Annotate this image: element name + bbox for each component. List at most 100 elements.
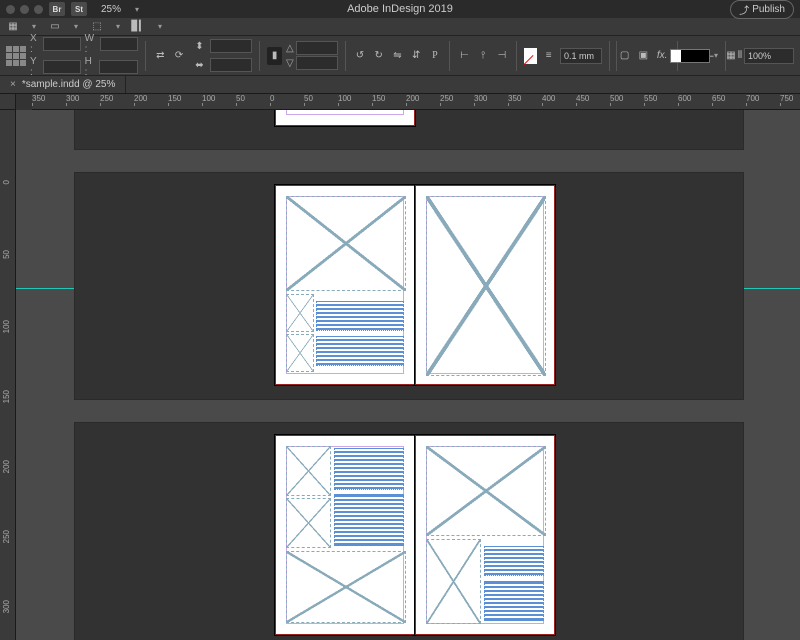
- screen-mode-icon[interactable]: ⬚: [90, 20, 104, 34]
- ruler-h-tick: 0: [270, 94, 274, 103]
- fill-swatch-none[interactable]: [524, 48, 537, 64]
- bridge-button[interactable]: Br: [49, 2, 65, 16]
- scale-x-field[interactable]: [296, 41, 338, 55]
- ruler-v-tick: 200: [2, 460, 11, 473]
- ruler-h-tick: 700: [746, 94, 759, 103]
- ruler-v-tick: 250: [2, 530, 11, 543]
- zoom-level[interactable]: 25%: [93, 4, 129, 15]
- text-frame[interactable]: [316, 301, 404, 331]
- chevron-down-icon[interactable]: ▾: [135, 5, 139, 14]
- rotate-icon[interactable]: ⟳: [172, 47, 187, 65]
- image-frame[interactable]: [286, 446, 331, 496]
- ruler-h-tick: 750: [780, 94, 793, 103]
- shear-y-icon: ⬌: [190, 56, 208, 74]
- page-1-right[interactable]: [275, 110, 415, 126]
- arrange-icon[interactable]: ▭: [48, 20, 62, 34]
- ruler-h-tick: 650: [712, 94, 725, 103]
- y-field[interactable]: [43, 60, 81, 74]
- triangle-down-icon: ▽: [286, 58, 294, 69]
- ruler-h-tick: 250: [100, 94, 113, 103]
- align-right-icon[interactable]: ⊣: [495, 47, 510, 65]
- ruler-v-tick: 150: [2, 390, 11, 403]
- stroke-weight-icon: ≡: [541, 47, 556, 65]
- text-frame[interactable]: [316, 336, 404, 366]
- ruler-h-tick: 600: [678, 94, 691, 103]
- text-frame[interactable]: [484, 581, 544, 621]
- tab-filename: *sample.indd @ 25%: [22, 79, 116, 90]
- ruler-h-tick: 550: [644, 94, 657, 103]
- opacity-icon: ▦: [722, 47, 740, 65]
- paragraph-icon[interactable]: P: [428, 47, 443, 65]
- image-frame[interactable]: [286, 551, 406, 623]
- ruler-h-tick: 450: [576, 94, 589, 103]
- page-3-right[interactable]: [415, 435, 555, 635]
- rotation-field[interactable]: [210, 39, 252, 53]
- w-field[interactable]: [100, 37, 138, 51]
- rotate-cw-icon[interactable]: ↻: [371, 47, 386, 65]
- rotate-ccw-icon[interactable]: ↺: [353, 47, 368, 65]
- scale-y-field[interactable]: [296, 56, 338, 70]
- scale-lock-icon[interactable]: ⇄: [153, 47, 168, 65]
- ruler-h-tick: 200: [406, 94, 419, 103]
- page-2-right[interactable]: [415, 185, 555, 385]
- shear-field[interactable]: [210, 58, 252, 72]
- page-2-left[interactable]: [275, 185, 415, 385]
- view-options-icon[interactable]: ▦: [6, 20, 20, 34]
- ruler-origin[interactable]: [0, 94, 16, 110]
- text-frame[interactable]: [484, 546, 544, 576]
- ruler-h-tick: 150: [372, 94, 385, 103]
- stock-button[interactable]: St: [71, 2, 87, 16]
- effects-icon[interactable]: fx.: [655, 47, 670, 65]
- image-frame[interactable]: [286, 498, 331, 548]
- page-margin: [286, 110, 404, 115]
- ruler-h-tick: 250: [440, 94, 453, 103]
- image-frame[interactable]: [426, 539, 481, 624]
- ruler-h-tick: 150: [168, 94, 181, 103]
- document-tab[interactable]: × *sample.indd @ 25%: [0, 76, 126, 93]
- ruler-h-tick: 350: [508, 94, 521, 103]
- ruler-h-tick: 100: [338, 94, 351, 103]
- ruler-h-tick: 50: [236, 94, 245, 103]
- text-wrap-none-icon[interactable]: ▢: [617, 47, 632, 65]
- image-frame[interactable]: [426, 446, 546, 536]
- h-field[interactable]: [99, 60, 138, 74]
- ruler-h-tick: 400: [542, 94, 555, 103]
- reference-point-grid[interactable]: [6, 46, 26, 66]
- opacity-field[interactable]: 100%: [744, 48, 794, 64]
- ruler-h-tick: 300: [66, 94, 79, 103]
- ruler-h-tick: 200: [134, 94, 147, 103]
- image-frame[interactable]: [426, 196, 546, 376]
- horizontal-ruler[interactable]: 3503002502001501005005010015020025030035…: [32, 94, 800, 110]
- image-frame[interactable]: [286, 334, 314, 372]
- text-wrap-bound-icon[interactable]: ▣: [636, 47, 651, 65]
- stroke-style-swatch[interactable]: [670, 49, 710, 63]
- ruler-v-tick: 300: [2, 600, 11, 613]
- image-frame[interactable]: [286, 196, 406, 291]
- vertical-ruler[interactable]: 050100150200250300: [0, 110, 16, 640]
- w-label: W :: [85, 33, 98, 55]
- align-left-icon[interactable]: ⊢: [457, 47, 472, 65]
- app-title: Adobe InDesign 2019: [347, 3, 453, 15]
- ruler-v-tick: 100: [2, 320, 11, 333]
- ruler-h-tick: 300: [474, 94, 487, 103]
- stroke-weight-field[interactable]: 0.1 mm: [560, 48, 602, 64]
- flip-vertical-icon[interactable]: ⇵: [409, 47, 424, 65]
- text-frame[interactable]: [334, 494, 404, 546]
- text-frame[interactable]: [334, 448, 404, 490]
- y-label: Y :: [30, 56, 41, 78]
- page-3-left[interactable]: [275, 435, 415, 635]
- h-label: H :: [85, 56, 97, 78]
- align-center-icon[interactable]: ⫯: [476, 47, 491, 65]
- image-frame[interactable]: [286, 294, 314, 332]
- close-tab-icon[interactable]: ×: [10, 79, 16, 90]
- workspace-switcher-icon[interactable]: ▊▎: [132, 20, 146, 34]
- flip-horizontal-icon[interactable]: ⇋: [390, 47, 405, 65]
- ruler-h-tick: 500: [610, 94, 623, 103]
- pasteboard[interactable]: [16, 110, 800, 640]
- window-traffic-lights[interactable]: [6, 5, 43, 14]
- flip-h-icon[interactable]: ▮: [267, 47, 282, 65]
- publish-button[interactable]: ⤴ Publish: [730, 0, 794, 19]
- x-field[interactable]: [43, 37, 81, 51]
- spread-2: [74, 172, 744, 400]
- ruler-h-tick: 50: [304, 94, 313, 103]
